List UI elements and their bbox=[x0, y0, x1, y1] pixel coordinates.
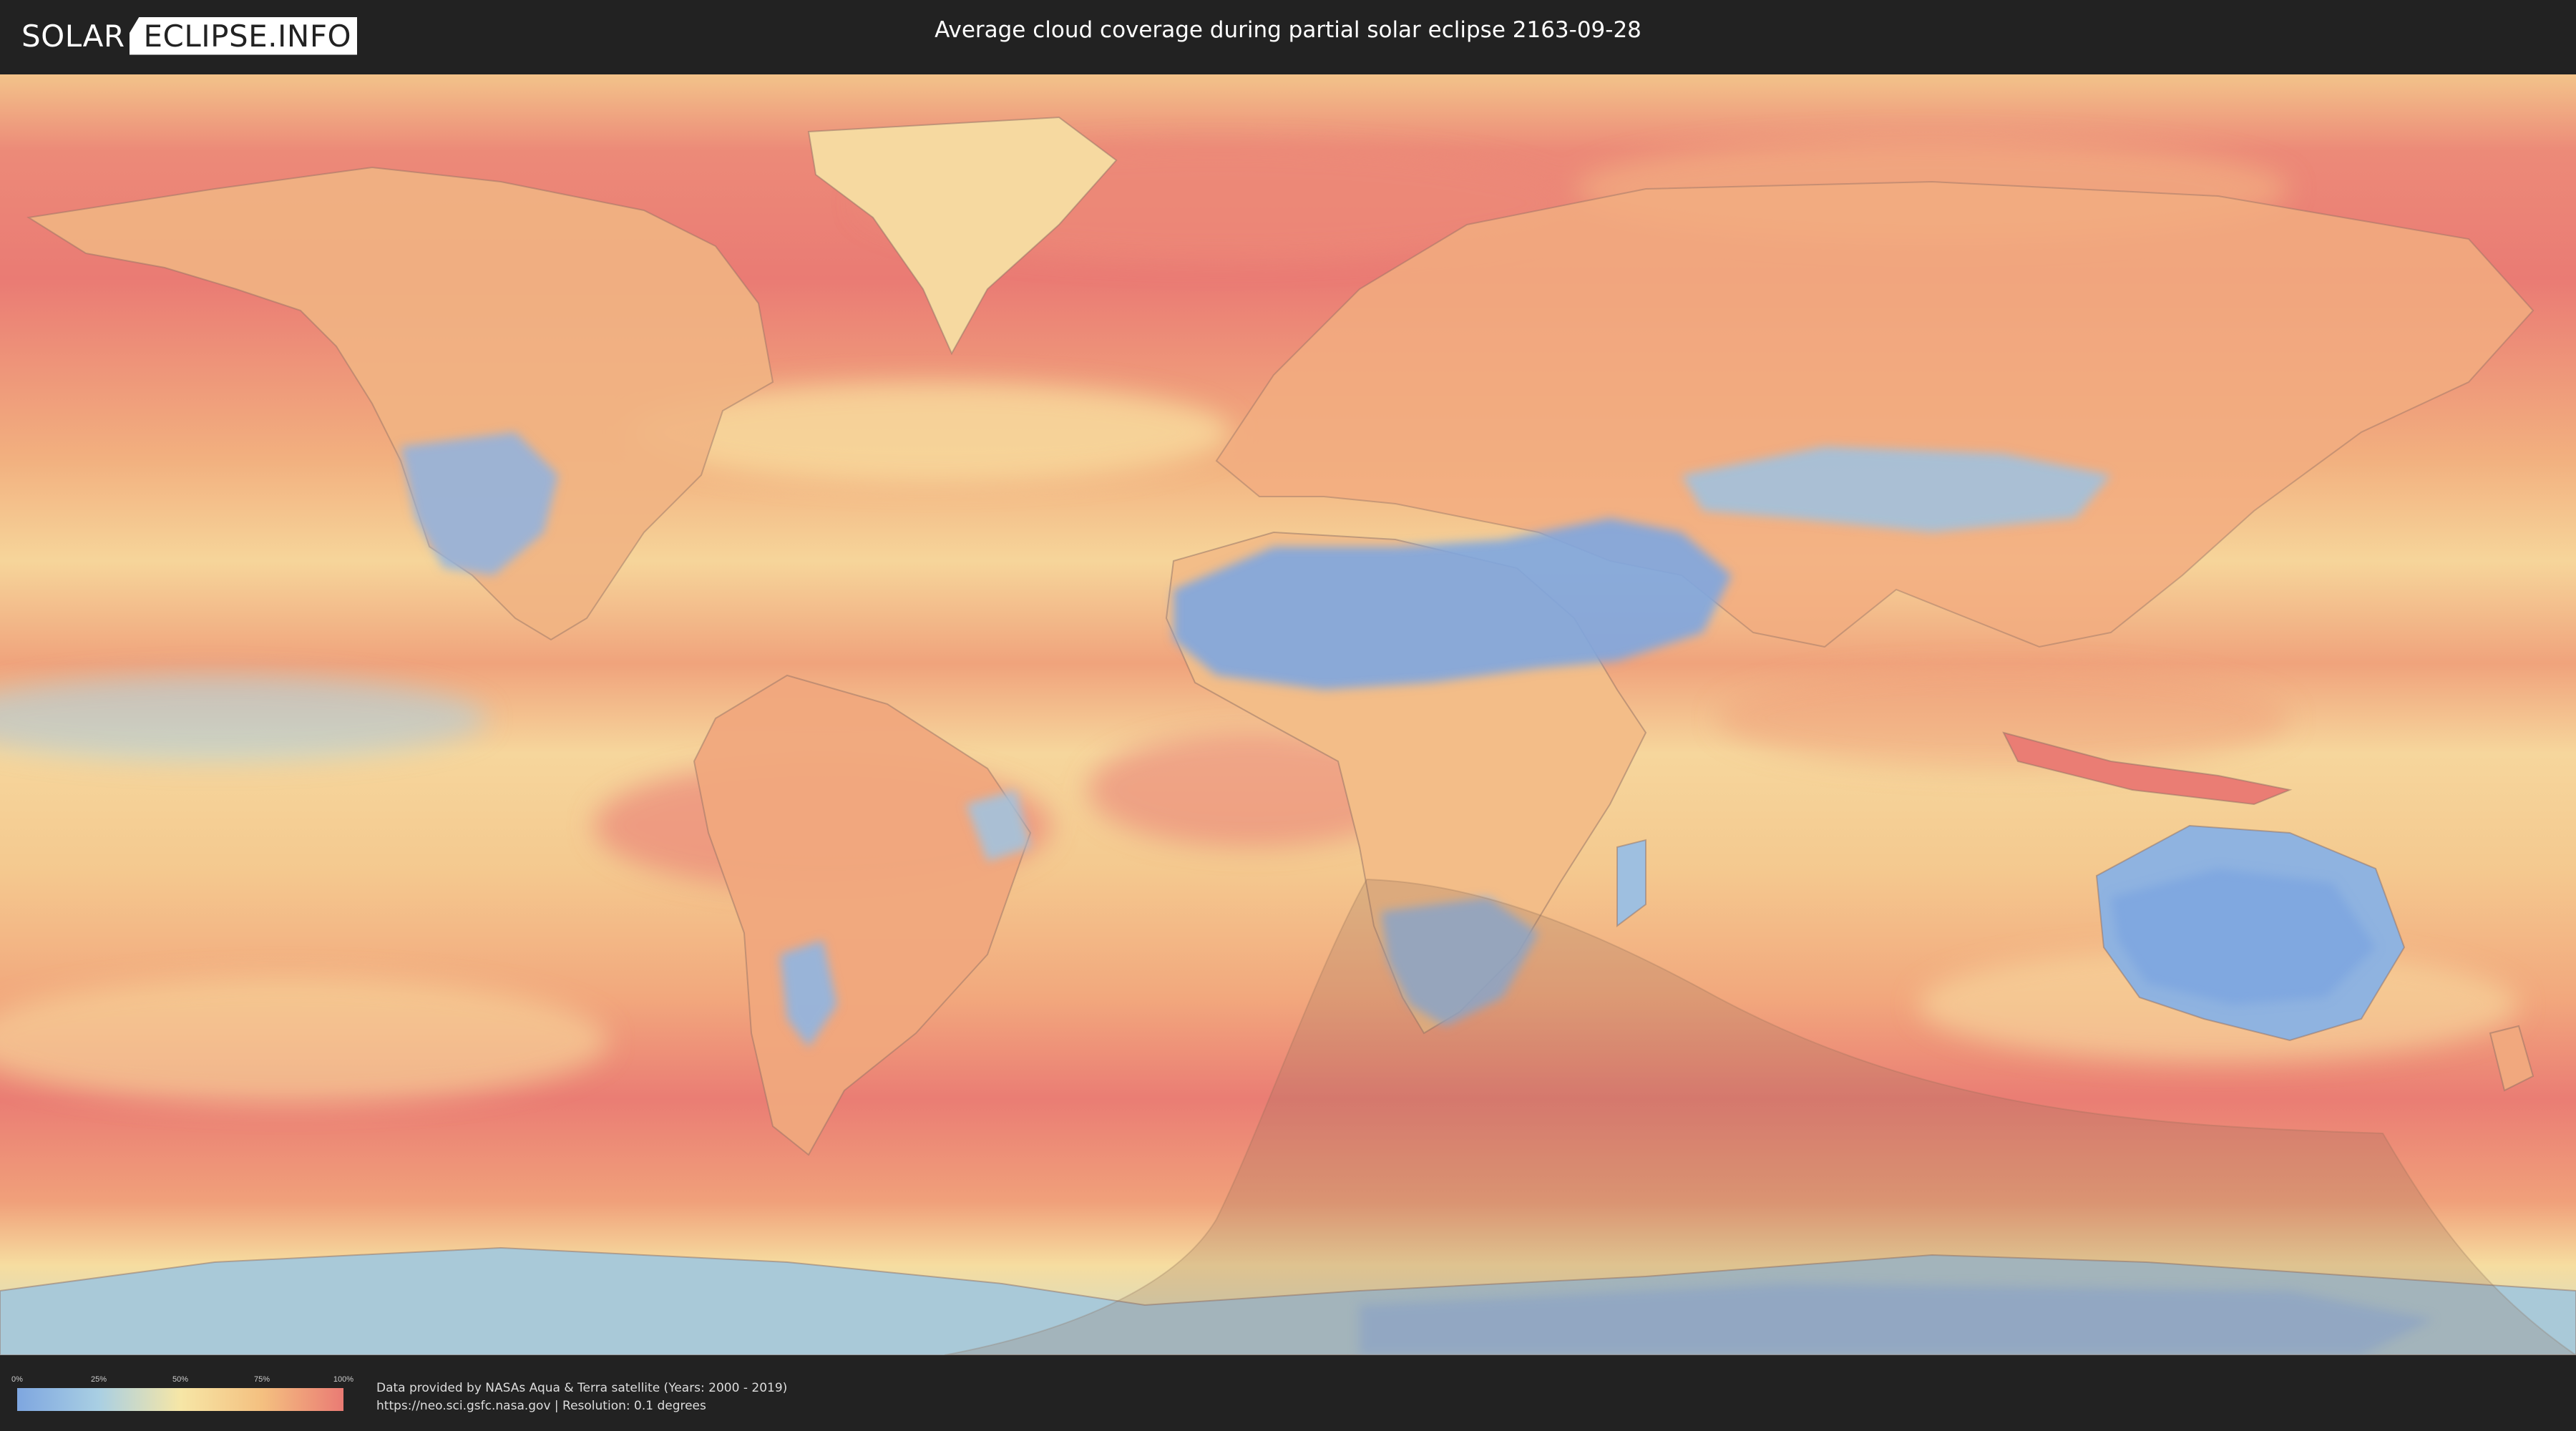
legend-label-100: 100% bbox=[333, 1375, 354, 1384]
world-map-svg bbox=[0, 74, 2576, 1355]
legend-color-bar bbox=[17, 1388, 343, 1411]
cloud-coverage-map bbox=[0, 74, 2576, 1355]
legend-labels: 0% 25% 50% 75% 100% bbox=[11, 1375, 353, 1385]
legend-label-0: 0% bbox=[11, 1375, 23, 1384]
legend-label-75: 75% bbox=[253, 1375, 270, 1384]
legend-label-50: 50% bbox=[172, 1375, 189, 1384]
footer-bar: 0% 25% 50% 75% 100% Data provided by NAS… bbox=[0, 1355, 2576, 1431]
header-bar: SOLAR ECLIPSE.INFO Average cloud coverag… bbox=[0, 0, 2576, 72]
page-title: Average cloud coverage during partial so… bbox=[935, 17, 1641, 43]
cloud-coverage-legend: 0% 25% 50% 75% 100% bbox=[11, 1375, 353, 1411]
data-credits: Data provided by NASAs Aqua & Terra sate… bbox=[376, 1379, 787, 1415]
legend-label-25: 25% bbox=[90, 1375, 107, 1384]
credits-source: Data provided by NASAs Aqua & Terra sate… bbox=[376, 1381, 788, 1395]
credits-resolution[interactable]: https://neo.sci.gsfc.nasa.gov | Resoluti… bbox=[376, 1397, 787, 1415]
